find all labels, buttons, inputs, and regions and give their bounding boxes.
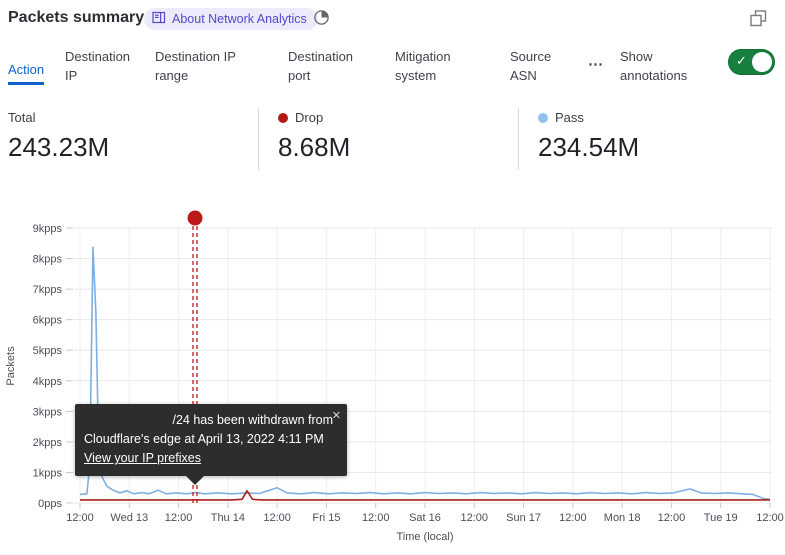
x-tick-label: 12:00	[756, 512, 784, 524]
y-tick-label: 0pps	[38, 498, 62, 510]
x-tick-label: 12:00	[559, 512, 587, 524]
y-tick-label: 1kpps	[33, 467, 63, 479]
y-tick-label: 6kpps	[33, 315, 63, 327]
x-tick-label: 12:00	[658, 512, 686, 524]
y-tick-label: 4kpps	[33, 376, 63, 388]
x-tick-label: 12:00	[362, 512, 390, 524]
y-tick-label: 9kpps	[33, 223, 63, 235]
x-axis-title: Time (local)	[396, 531, 453, 543]
x-tick-label: 12:00	[263, 512, 291, 524]
x-tick-label: Tue 19	[704, 512, 738, 524]
annotation-tooltip: ✕ /24 has been withdrawn from Cloudflare…	[75, 404, 347, 476]
x-tick-label: 12:00	[165, 512, 193, 524]
x-tick-label: Sat 16	[409, 512, 441, 524]
tooltip-text-line1: /24 has been withdrawn from	[84, 411, 337, 430]
y-tick-label: 7kpps	[33, 284, 63, 296]
y-axis-title: Packets	[5, 346, 17, 386]
packets-summary-panel: Packets summary About Network Analytics …	[0, 0, 785, 555]
x-tick-label: Mon 18	[604, 512, 641, 524]
x-tick-label: Sun 17	[506, 512, 541, 524]
annotation-marker[interactable]	[188, 211, 203, 226]
y-tick-label: 3kpps	[33, 406, 63, 418]
y-tick-label: 5kpps	[33, 345, 63, 357]
view-ip-prefixes-link[interactable]: View your IP prefixes	[84, 449, 201, 468]
x-tick-label: 12:00	[461, 512, 489, 524]
tooltip-text-line2: Cloudflare's edge at April 13, 2022 4:11…	[84, 430, 337, 449]
x-tick-label: Wed 13	[110, 512, 148, 524]
close-icon[interactable]: ✕	[332, 407, 341, 426]
y-tick-label: 8kpps	[33, 254, 63, 266]
x-tick-label: Fri 15	[312, 512, 340, 524]
y-tick-label: 2kpps	[33, 437, 63, 449]
x-tick-label: Thu 14	[211, 512, 245, 524]
x-tick-label: 12:00	[66, 512, 94, 524]
